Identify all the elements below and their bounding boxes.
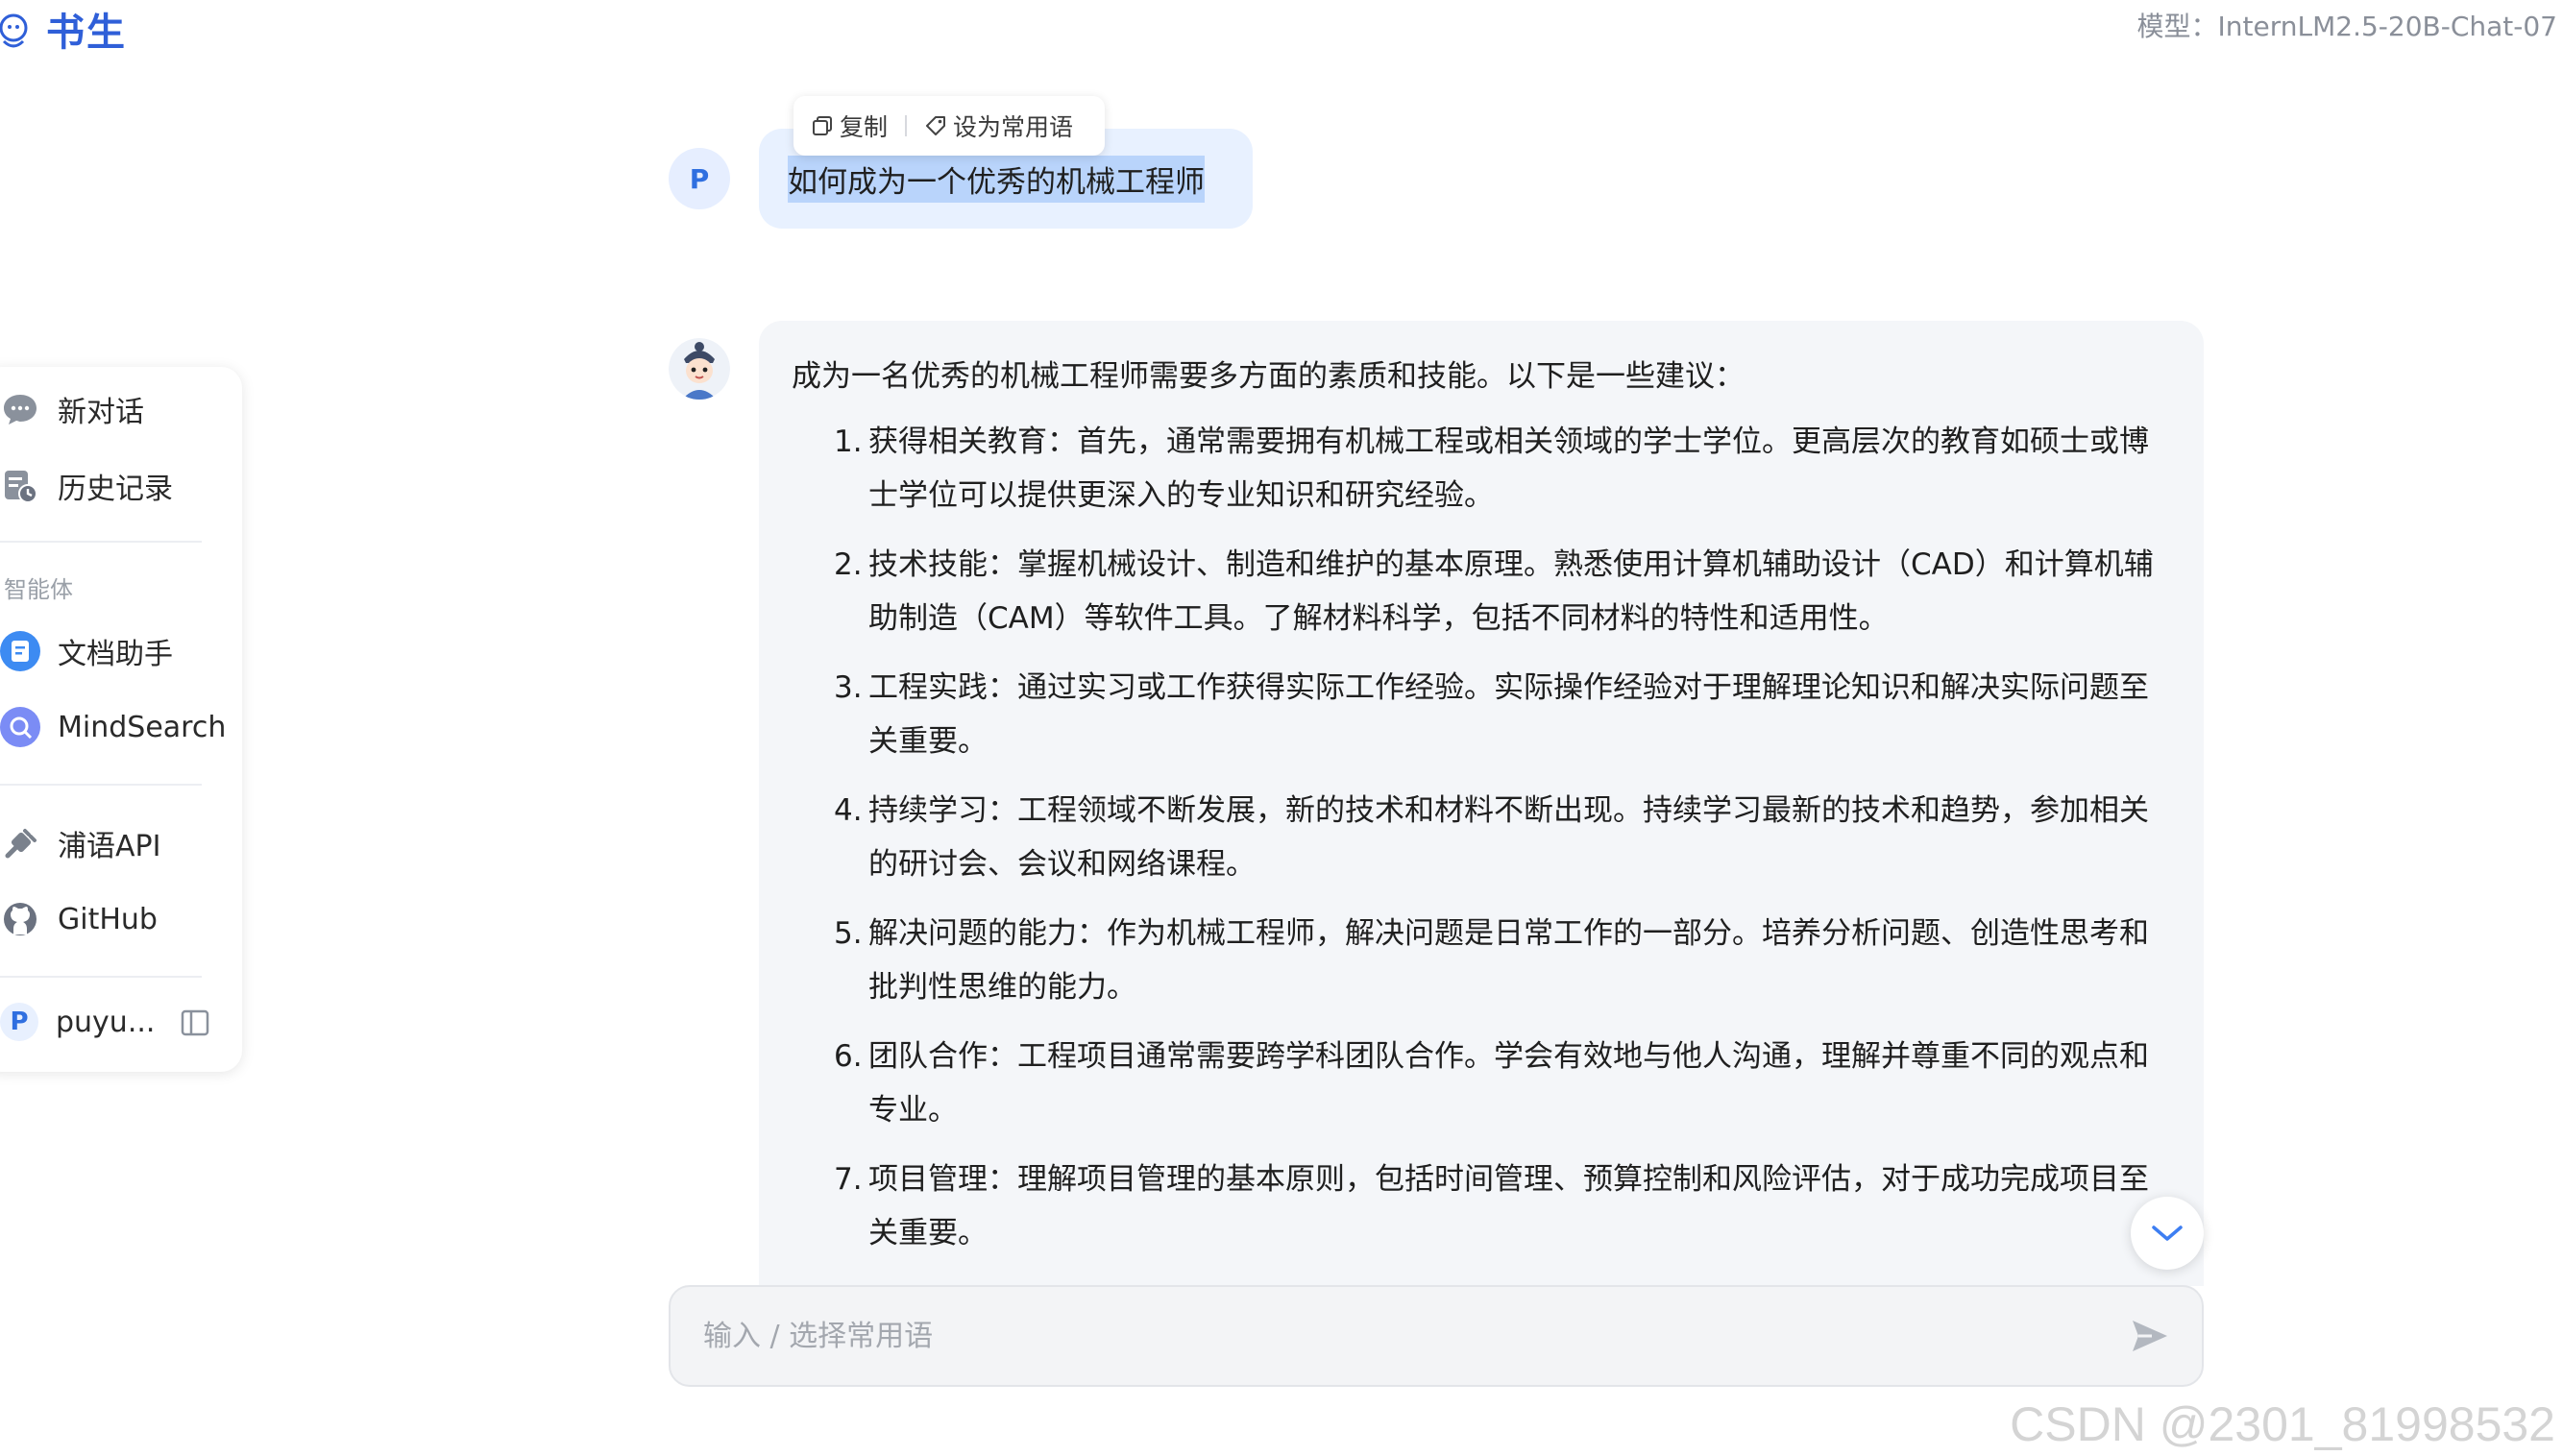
chat-input-box[interactable] [669,1285,2204,1387]
agents-section-title: 智能体 [4,576,73,603]
copy-label: 复制 [840,113,889,141]
sidebar-item-label: 历史记录 [58,473,173,506]
brand-name: 书生 [46,11,127,55]
send-button[interactable] [2127,1313,2173,1359]
assistant-message-bubble: 成为一名优秀的机械工程师需要多方面的素质和技能。以下是一些建议： 1. 获得相关教… [759,321,2204,1286]
list-item: 1. 获得相关教育：首先，通常需要拥有机械工程或相关领域的学士学位。更高层次的教育… [834,425,2149,513]
chat-bubble-icon [0,389,40,429]
scroll-to-bottom-button[interactable] [2131,1197,2204,1270]
user-name: puyu... [56,1005,156,1039]
sidebar-collapse-icon[interactable] [181,1008,209,1041]
mascot-logo-icon [0,13,28,48]
tag-icon [926,116,946,135]
document-assistant-icon [0,631,40,671]
sidebar-user[interactable]: P puyu... [0,1003,155,1041]
assistant-intro: 成为一名优秀的机械工程师需要多方面的素质和技能。以下是一些建议： [792,359,1745,394]
list-item: 5. 解决问题的能力：作为机械工程师，解决问题是日常工作的一部分。培养分析问题、创… [834,916,2149,1005]
list-item: 3. 工程实践：通过实习或工作获得实际工作经验。实际操作经验对于理解理论知识和解决… [834,670,2149,759]
plug-icon [0,823,40,863]
copy-icon [813,116,832,135]
copy-button[interactable]: 复制 [811,109,888,143]
sidebar-divider [0,784,202,786]
sidebar-item-label: GitHub [58,902,158,936]
sidebar: 新对话 历史记录 智能体 文档助手 MindSearch 浦语API GitHu… [0,367,242,1072]
save-phrase-button[interactable]: 设为常用语 [924,109,1073,143]
chevron-down-icon [2152,1225,2183,1241]
github-icon [0,899,40,939]
send-icon [2133,1321,2167,1351]
sidebar-item-label: MindSearch [58,710,227,744]
sidebar-item-new-chat[interactable]: 新对话 [0,388,144,430]
sidebar-item-puyu-api[interactable]: 浦语API [0,822,160,864]
toolbar-separator [905,115,908,136]
chat-input[interactable] [701,1318,2127,1354]
history-icon [0,466,40,506]
list-item: 4. 持续学习：工程领域不断发展，新的技术和材料不断出现。持续学习最新的技术和趋势… [834,793,2149,882]
sidebar-divider [0,976,202,978]
assistant-avatar [669,338,730,400]
message-toolbar: 复制 设为常用语 [793,96,1105,156]
user-avatar: P [0,1003,38,1041]
model-label[interactable]: 模型：InternLM2.5-20B-Chat-07 [2137,6,2557,44]
sidebar-item-document-assistant[interactable]: 文档助手 [0,630,173,672]
sidebar-item-label: 新对话 [58,396,144,429]
save-phrase-label: 设为常用语 [953,113,1074,141]
brand-logo[interactable]: 书生 [0,4,127,55]
assistant-mascot-icon [669,338,730,400]
mindsearch-icon [0,707,40,747]
sidebar-item-label: 文档助手 [58,638,173,671]
sidebar-item-mindsearch[interactable]: MindSearch [0,707,226,747]
list-item: 7. 项目管理：理解项目管理的基本原则，包括时间管理、预算控制和风险评估，对于成功… [834,1162,2149,1250]
sidebar-divider [0,541,202,543]
csdn-watermark: CSDN @2301_81998532 [2010,1397,2555,1451]
sidebar-item-history[interactable]: 历史记录 [0,465,173,507]
user-message-text[interactable]: 如何成为一个优秀的机械工程师 [788,155,1205,203]
assistant-advice-list: 1. 获得相关教育：首先，通常需要拥有机械工程或相关领域的学士学位。更高层次的教育… [792,415,2161,1260]
user-message-avatar: P [669,148,730,209]
list-item: 2. 技术技能：掌握机械设计、制造和维护的基本原理。熟悉使用计算机辅助设计（CAD… [834,547,2154,636]
list-item: 6. 团队合作：工程项目通常需要跨学科团队合作。学会有效地与他人沟通，理解并尊重不… [834,1039,2149,1128]
sidebar-item-label: 浦语API [58,830,161,863]
sidebar-item-github[interactable]: GitHub [0,899,158,939]
